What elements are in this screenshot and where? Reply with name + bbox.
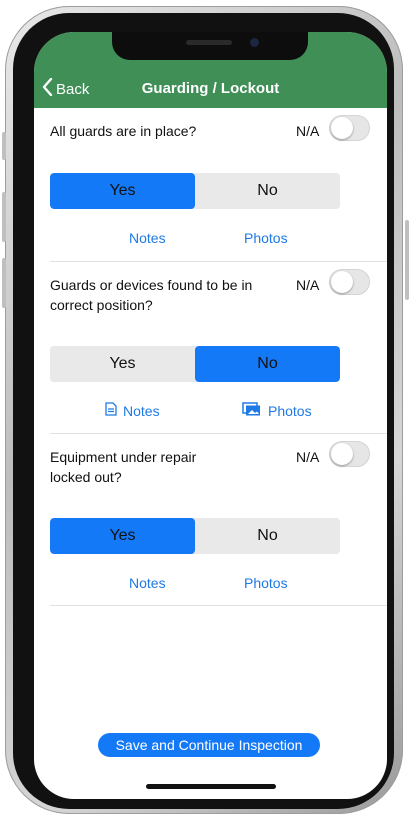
yes-segment[interactable]: Yes (50, 346, 195, 382)
attachment-links: Notes Photos (34, 401, 387, 421)
question-text: Equipment under repair locked out? (50, 449, 197, 485)
question-text: Guards or devices found to be in correct… (50, 277, 253, 313)
photos-label: Photos (268, 403, 312, 419)
screen: Back Guarding / Lockout All guards are i… (34, 32, 387, 799)
volume-up-button (2, 192, 6, 242)
yes-no-segmented-control: Yes No (50, 173, 340, 209)
na-label: N/A (296, 449, 320, 465)
yes-segment[interactable]: Yes (50, 518, 195, 554)
attachment-links: Notes Photos (34, 573, 387, 593)
photos-label: Photos (244, 575, 288, 591)
notch (112, 32, 308, 60)
speaker-grille (186, 40, 232, 45)
divider (50, 605, 387, 606)
divider (50, 261, 387, 262)
notes-label: Notes (129, 575, 166, 591)
page-title: Guarding / Lockout (141, 80, 280, 97)
notes-link[interactable]: Notes (105, 401, 160, 421)
mute-switch (2, 132, 6, 160)
no-segment[interactable]: No (195, 346, 340, 382)
attachment-links: Notes Photos (34, 228, 387, 248)
toggle-knob (331, 117, 353, 139)
notes-label: Notes (123, 403, 160, 419)
yes-no-segmented-control: Yes No (50, 346, 340, 382)
divider (50, 433, 387, 434)
toggle-knob (331, 271, 353, 293)
power-button (405, 220, 409, 300)
photos-link[interactable]: Photos (242, 401, 312, 421)
notes-link[interactable]: Notes (129, 573, 166, 593)
na-toggle[interactable] (329, 269, 370, 295)
volume-down-button (2, 258, 6, 308)
na-label: N/A (296, 123, 320, 139)
home-indicator (146, 784, 276, 789)
document-icon (105, 401, 123, 421)
front-camera (250, 38, 259, 47)
yes-no-segmented-control: Yes No (50, 518, 340, 554)
save-and-continue-button[interactable]: Save and Continue Inspection (98, 733, 320, 757)
photos-label: Photos (244, 230, 288, 246)
photos-link[interactable]: Photos (244, 573, 288, 593)
photos-icon (242, 401, 268, 421)
na-label: N/A (296, 277, 320, 293)
photos-link[interactable]: Photos (244, 228, 288, 248)
question-text: All guards are in place? (50, 123, 197, 139)
no-segment[interactable]: No (195, 518, 340, 554)
toggle-knob (331, 443, 353, 465)
na-toggle[interactable] (329, 441, 370, 467)
no-segment[interactable]: No (195, 173, 340, 209)
na-toggle[interactable] (329, 115, 370, 141)
notes-link[interactable]: Notes (129, 228, 166, 248)
notes-label: Notes (129, 230, 166, 246)
yes-segment[interactable]: Yes (50, 173, 195, 209)
